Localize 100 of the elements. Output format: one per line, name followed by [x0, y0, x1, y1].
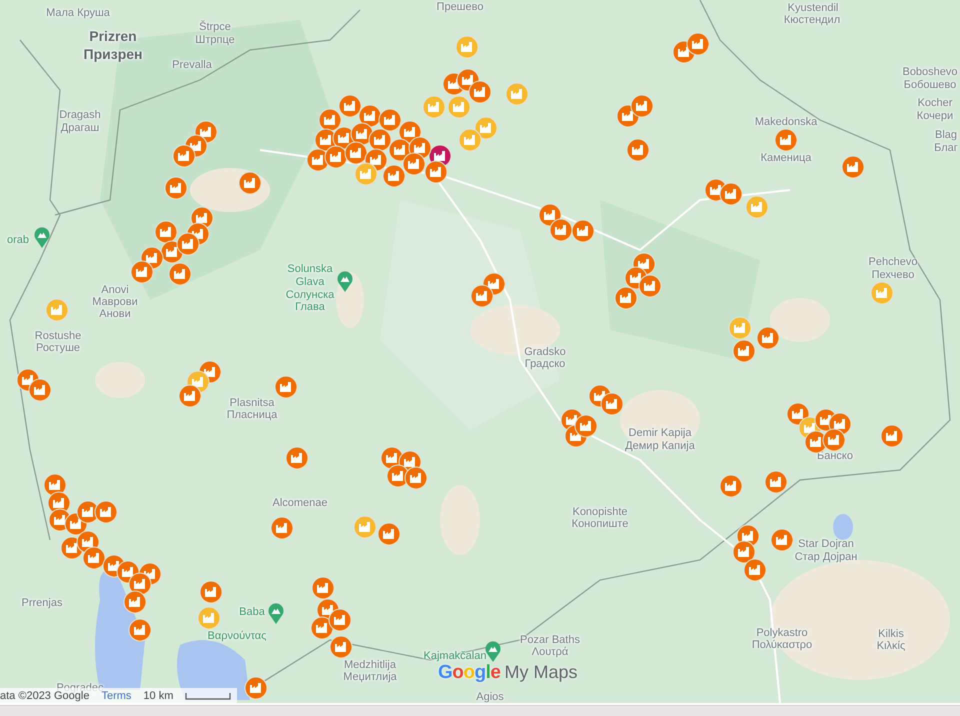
mountain-pin-icon — [34, 227, 50, 249]
factory-marker[interactable] — [458, 128, 482, 152]
factory-marker[interactable] — [164, 176, 188, 200]
place-label: Štrpce — [199, 21, 231, 33]
factory-marker[interactable] — [638, 274, 662, 298]
factory-marker[interactable] — [377, 522, 401, 546]
place-label: Agios — [476, 691, 504, 703]
place-label: Солунска — [286, 289, 334, 301]
place-label: Kilkis — [878, 628, 904, 640]
scale-label: 10 km — [143, 690, 174, 702]
factory-marker[interactable] — [549, 218, 573, 242]
place-label: Prevalla — [172, 59, 212, 71]
place-label: Маврови — [92, 296, 138, 308]
factory-marker[interactable] — [285, 446, 309, 470]
factory-marker[interactable] — [329, 635, 353, 659]
factory-marker[interactable] — [870, 281, 894, 305]
factory-marker[interactable] — [470, 284, 494, 308]
copyright-text: ata ©2023 Google — [0, 690, 90, 702]
factory-marker[interactable] — [328, 608, 352, 632]
place-label: Мала Круша — [46, 7, 110, 19]
factory-marker[interactable] — [344, 141, 368, 165]
factory-marker[interactable] — [172, 144, 196, 168]
factory-marker[interactable] — [28, 378, 52, 402]
terms-link[interactable]: Terms — [101, 690, 132, 702]
factory-marker[interactable] — [130, 260, 154, 284]
factory-marker[interactable] — [422, 95, 446, 119]
place-label: Solunska — [287, 263, 333, 275]
factory-marker[interactable] — [770, 528, 794, 552]
factory-marker[interactable] — [270, 516, 294, 540]
factory-marker[interactable] — [244, 676, 268, 700]
place-label: Glava — [296, 276, 324, 288]
place-label: Глава — [295, 301, 325, 313]
factory-marker[interactable] — [686, 32, 710, 56]
factory-marker[interactable] — [128, 618, 152, 642]
factory-marker[interactable] — [600, 392, 624, 416]
factory-marker[interactable] — [732, 339, 756, 363]
place-label: Alcomenae — [272, 497, 328, 509]
factory-marker[interactable] — [238, 171, 262, 195]
mountain-pin-icon — [268, 603, 284, 625]
place-label: Makedonska — [754, 116, 818, 128]
factory-marker[interactable] — [402, 152, 426, 176]
factory-marker[interactable] — [719, 474, 743, 498]
factory-marker[interactable] — [774, 128, 798, 152]
factory-marker[interactable] — [154, 220, 178, 244]
place-label: Plasnitsa — [230, 397, 274, 409]
factory-marker[interactable] — [311, 576, 335, 600]
factory-marker[interactable] — [745, 195, 769, 219]
mountain-pin-icon — [337, 271, 353, 293]
place-label: Благ — [934, 142, 958, 154]
place-label: Kajmakčalan — [424, 650, 486, 662]
factory-marker[interactable] — [354, 162, 378, 186]
factory-marker[interactable] — [468, 80, 492, 104]
factory-marker[interactable] — [123, 590, 147, 614]
place-label: Меџитлија — [343, 671, 397, 683]
factory-marker[interactable] — [382, 164, 406, 188]
factory-marker[interactable] — [571, 219, 595, 243]
factory-marker[interactable] — [45, 298, 69, 322]
place-label: Πολύκαστρο — [752, 639, 812, 651]
factory-marker[interactable] — [732, 540, 756, 564]
factory-marker[interactable] — [353, 515, 377, 539]
factory-marker[interactable] — [880, 424, 904, 448]
factory-marker[interactable] — [822, 428, 846, 452]
factory-marker[interactable] — [82, 546, 106, 570]
factory-marker[interactable] — [378, 108, 402, 132]
factory-marker[interactable] — [197, 606, 221, 630]
factory-marker[interactable] — [274, 375, 298, 399]
factory-marker[interactable] — [756, 326, 780, 350]
place-label: Ростуше — [36, 342, 80, 354]
factory-marker[interactable] — [404, 466, 428, 490]
factory-marker[interactable] — [626, 138, 650, 162]
factory-marker[interactable] — [176, 232, 200, 256]
factory-marker[interactable] — [719, 182, 743, 206]
factory-marker[interactable] — [178, 384, 202, 408]
place-label: Пехчево — [872, 269, 914, 281]
factory-marker[interactable] — [743, 558, 767, 582]
factory-marker[interactable] — [168, 262, 192, 286]
place-label: Kyustendil — [788, 2, 838, 14]
factory-marker[interactable] — [199, 580, 223, 604]
place-label: Λουτρά — [532, 646, 568, 658]
logo-brand: Google — [438, 662, 500, 684]
factory-marker[interactable] — [630, 94, 654, 118]
place-label: Банско — [817, 450, 853, 462]
factory-marker[interactable] — [455, 35, 479, 59]
scale-bar-icon — [185, 692, 232, 700]
factory-marker[interactable] — [447, 95, 471, 119]
factory-marker[interactable] — [841, 155, 865, 179]
factory-marker[interactable] — [94, 500, 118, 524]
place-label: Призрен — [84, 46, 142, 62]
factory-marker[interactable] — [764, 470, 788, 494]
place-label: Стар Дојран — [794, 551, 858, 563]
factory-marker[interactable] — [338, 94, 362, 118]
factory-marker[interactable] — [424, 160, 448, 184]
factory-marker[interactable] — [728, 316, 752, 340]
factory-marker[interactable] — [614, 286, 638, 310]
place-label: Драгаш — [60, 122, 100, 134]
place-label: Prizren — [89, 28, 137, 44]
factory-marker[interactable] — [574, 414, 598, 438]
factory-marker[interactable] — [324, 145, 348, 169]
place-label: Pozar Baths — [520, 634, 580, 646]
factory-marker[interactable] — [505, 82, 529, 106]
